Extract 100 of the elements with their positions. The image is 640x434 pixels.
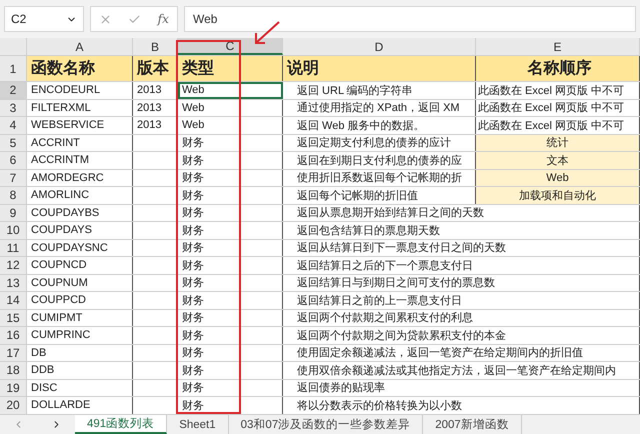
- description-text: 返回结算日与到期日之间可支付的票息数: [297, 276, 495, 290]
- header-cell: 版本: [133, 56, 178, 81]
- table-cell: 此函数在 Excel 网页版 中不可: [476, 82, 640, 98]
- row-header[interactable]: 13: [0, 274, 27, 291]
- sheet-tab[interactable]: 491函数列表: [75, 415, 168, 434]
- table-cell: 财务: [178, 222, 283, 238]
- row-header[interactable]: 12: [0, 257, 27, 274]
- row-header[interactable]: 10: [0, 222, 27, 238]
- description-text: 返回结算日之前的上一票息支付日: [297, 294, 462, 308]
- table-cell: COUPNUM: [27, 274, 133, 291]
- table-cell: 此函数在 Excel 网页版 中不可: [476, 117, 640, 134]
- table-cell: DB: [27, 344, 133, 361]
- table-cell: 财务: [178, 134, 283, 151]
- description-text: 返回从结算日到下一票息支付日之间的天数: [297, 240, 506, 256]
- row-header[interactable]: 9: [0, 204, 27, 221]
- table-cell: 财务: [178, 187, 283, 204]
- column-header[interactable]: D: [283, 38, 476, 55]
- table-cell: 文本: [476, 152, 640, 168]
- table-cell: 财务: [178, 292, 283, 308]
- header-cell: 类型: [178, 56, 283, 81]
- row-header[interactable]: 20: [0, 397, 27, 414]
- row-header[interactable]: 3: [0, 100, 27, 116]
- description-text: 返回包含结算日的票息期天数: [297, 224, 440, 238]
- description-text: 返回结算日之后的下一个票息支付日: [297, 258, 473, 273]
- row-header[interactable]: 11: [0, 240, 27, 256]
- table-cell: 财务: [178, 204, 283, 221]
- table-cell: 财务: [178, 240, 283, 256]
- table-cell: 财务: [178, 344, 283, 361]
- table-cell: COUPPCD: [27, 292, 133, 308]
- table-cell: CUMPRINC: [27, 327, 133, 344]
- table-cell: ENCODEURL: [27, 82, 133, 98]
- table-cell: 加载项和自动化: [476, 187, 640, 204]
- table-cell: Web: [178, 100, 283, 116]
- row-header[interactable]: 6: [0, 152, 27, 168]
- table-cell: 财务: [178, 152, 283, 168]
- table-cell: ACCRINTM: [27, 152, 133, 168]
- row-header[interactable]: 1: [0, 56, 27, 81]
- description-text: 返回从票息期开始到结算日之间的天数: [297, 206, 484, 220]
- table-cell: 财务: [178, 274, 283, 291]
- table-cell: 2013: [133, 117, 178, 134]
- cell-reference: C2: [11, 12, 26, 26]
- description-text: 通过使用指定的 XPath，返回 XM: [297, 100, 460, 116]
- sheet-tab[interactable]: 2007新增函数: [423, 415, 522, 434]
- table-cell: 2013: [133, 82, 178, 98]
- table-cell: 财务: [178, 310, 283, 326]
- table-cell: COUPNCD: [27, 257, 133, 274]
- description-text: 使用双倍余额递减法或其他指定方法，返回一笔资产在给定期间内: [297, 364, 616, 378]
- description-text: 返回在到期日支付利息的债券的应: [297, 154, 462, 168]
- column-header[interactable]: E: [476, 38, 640, 55]
- table-cell: 财务: [178, 327, 283, 344]
- table-cell: 财务: [178, 170, 283, 186]
- insert-function-button[interactable]: fx: [158, 12, 169, 26]
- row-header[interactable]: 5: [0, 134, 27, 151]
- table-cell: WEBSERVICE: [27, 117, 133, 134]
- table-cell: COUPDAYSNC: [27, 240, 133, 256]
- description-text: 将以分数表示的价格转换为以小数: [297, 398, 462, 413]
- row-header[interactable]: 16: [0, 327, 27, 344]
- header-cell: 名称顺序: [476, 56, 640, 81]
- table-cell: AMORLINC: [27, 187, 133, 204]
- name-box[interactable]: C2: [4, 6, 84, 32]
- description-text: 使用折旧系数返回每个记帐期的折: [297, 170, 462, 186]
- table-cell: Web: [178, 82, 283, 98]
- description-text: 返回定期支付利息的债券的应计: [297, 136, 451, 150]
- row-header[interactable]: 4: [0, 117, 27, 134]
- description-text: 返回 URL 编码的字符串: [297, 84, 413, 98]
- row-header[interactable]: 15: [0, 310, 27, 326]
- sheet-tab[interactable]: 03和07涉及函数的一些参数差异: [228, 415, 424, 434]
- table-cell: 财务: [178, 362, 283, 378]
- header-cell: 函数名称: [27, 56, 133, 81]
- table-cell: CUMIPMT: [27, 310, 133, 326]
- row-header[interactable]: 2: [0, 82, 27, 98]
- check-icon[interactable]: [128, 12, 142, 26]
- table-cell: FILTERXML: [27, 100, 133, 116]
- table-cell: AMORDEGRC: [27, 170, 133, 186]
- table-cell: 此函数在 Excel 网页版 中不可: [476, 100, 640, 116]
- table-cell: Web: [178, 117, 283, 134]
- formula-input[interactable]: Web: [184, 6, 636, 32]
- table-cell: ACCRINT: [27, 134, 133, 151]
- row-header[interactable]: 18: [0, 362, 27, 378]
- header-cell: 说明: [283, 56, 476, 81]
- table-cell: DISC: [27, 380, 133, 396]
- row-header[interactable]: 7: [0, 170, 27, 186]
- table-cell: 2013: [133, 100, 178, 116]
- table-cell: DDB: [27, 362, 133, 378]
- description-text: 返回债券的贴现率: [297, 380, 385, 396]
- description-text: 返回每个记帐期的折旧值: [297, 188, 418, 203]
- description-text: 返回两个付款期之间为贷款累积支付的本金: [297, 328, 506, 343]
- table-cell: 统计: [476, 134, 640, 151]
- description-text: 返回 Web 服务中的数据。: [297, 118, 425, 133]
- table-cell: Web: [476, 170, 640, 186]
- cancel-icon[interactable]: [99, 12, 112, 26]
- column-header[interactable]: A: [27, 38, 133, 55]
- description-text: 返回两个付款期之间累积支付的利息: [297, 310, 473, 326]
- row-header[interactable]: 19: [0, 380, 27, 396]
- description-text: 使用固定余额递减法，返回一笔资产在给定期间内的折旧值: [297, 346, 583, 360]
- row-header[interactable]: 17: [0, 344, 27, 361]
- row-header[interactable]: 14: [0, 292, 27, 308]
- table-cell: 财务: [178, 380, 283, 396]
- sheet-tab[interactable]: Sheet1: [167, 415, 229, 434]
- row-header[interactable]: 8: [0, 187, 27, 204]
